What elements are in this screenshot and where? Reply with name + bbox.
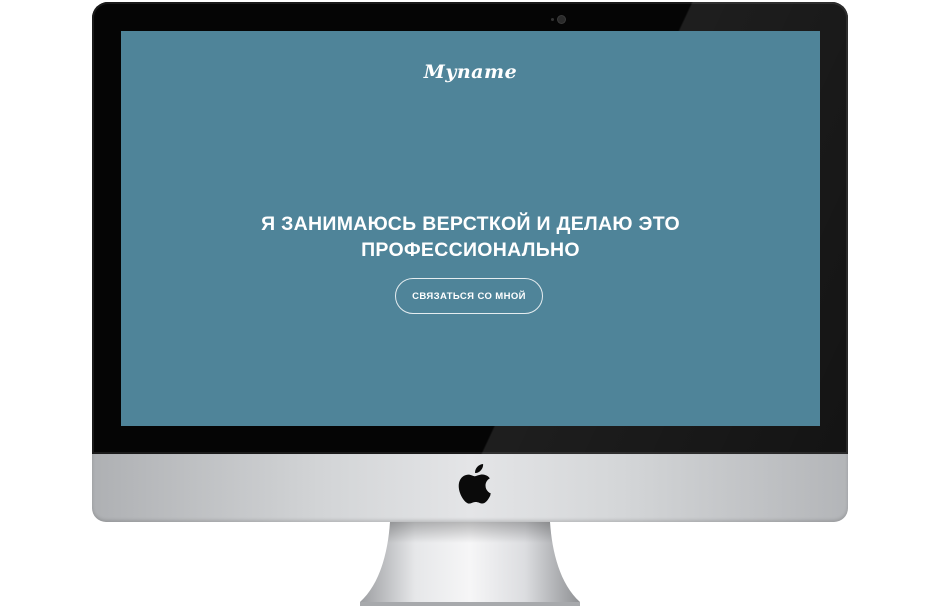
site-logo[interactable]: Myname (121, 61, 820, 83)
sensor-icon (551, 18, 554, 21)
monitor-stand (360, 522, 580, 606)
camera-icon (558, 16, 565, 23)
hero-headline-line-2: ПРОФЕССИОНАЛЬНО (361, 239, 580, 261)
hero-headline-line-1: Я ЗАНИМАЮСЬ ВЕРСТКОЙ И ДЕЛАЮ ЭТО (261, 213, 680, 235)
imac-monitor: Myname Я ЗАНИМАЮСЬ ВЕРСТКОЙ И ДЕЛАЮ ЭТО … (0, 0, 939, 606)
website-screen: Myname Я ЗАНИМАЮСЬ ВЕРСТКОЙ И ДЕЛАЮ ЭТО … (121, 31, 820, 426)
contact-me-button[interactable]: СВЯЗАТЬСЯ СО МНОЙ (395, 278, 543, 314)
hero-headline: Я ЗАНИМАЮСЬ ВЕРСТКОЙ И ДЕЛАЮ ЭТО ПРОФЕСС… (121, 211, 820, 263)
apple-logo-icon (458, 463, 491, 504)
